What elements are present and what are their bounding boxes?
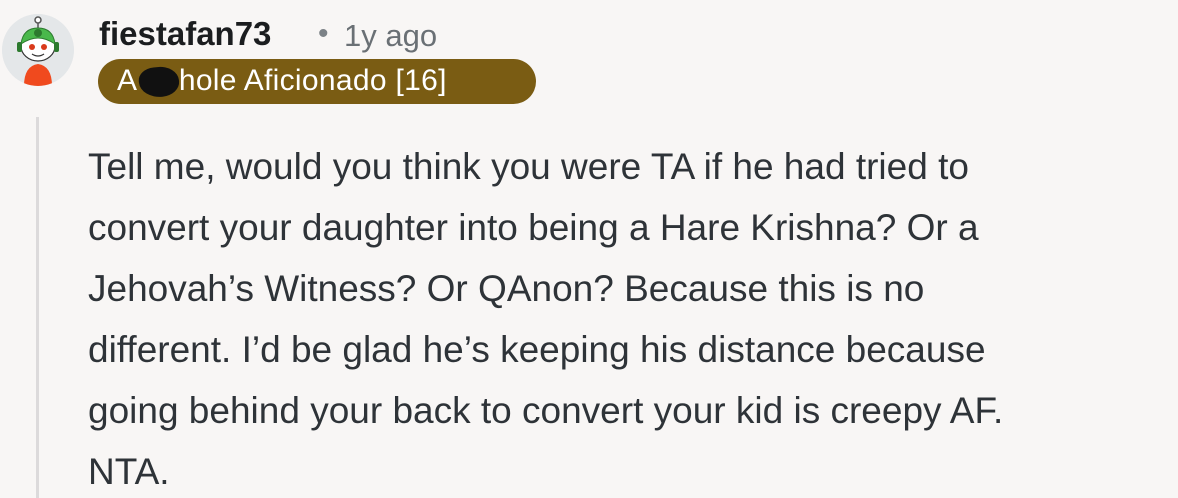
comment-body-line: convert your daughter into being a Hare … — [88, 207, 979, 248]
thread-collapse-line[interactable] — [36, 117, 39, 498]
comment-body-line: Jehovah’s Witness? Or QAnon? Because thi… — [88, 268, 925, 309]
comment-body-line: Tell me, would you think you were TA if … — [88, 146, 969, 187]
comment-timestamp[interactable]: 1y ago — [344, 16, 437, 56]
comment-body-line: going behind your back to convert your k… — [88, 390, 1004, 431]
comment-body-line: NTA. — [88, 451, 170, 492]
username-link[interactable]: fiestafan73 — [99, 14, 271, 54]
comment: fiestafan73 • 1y ago A hole Aficionado [… — [0, 0, 1178, 498]
comment-body: Tell me, would you think you were TA if … — [88, 136, 1173, 498]
snoo-avatar-icon — [2, 14, 74, 86]
meta-separator: • — [318, 17, 329, 50]
user-avatar[interactable] — [2, 14, 74, 86]
comment-body-line: different. I’d be glad he’s keeping his … — [88, 329, 986, 370]
user-flair: A hole Aficionado [16] — [98, 59, 536, 104]
